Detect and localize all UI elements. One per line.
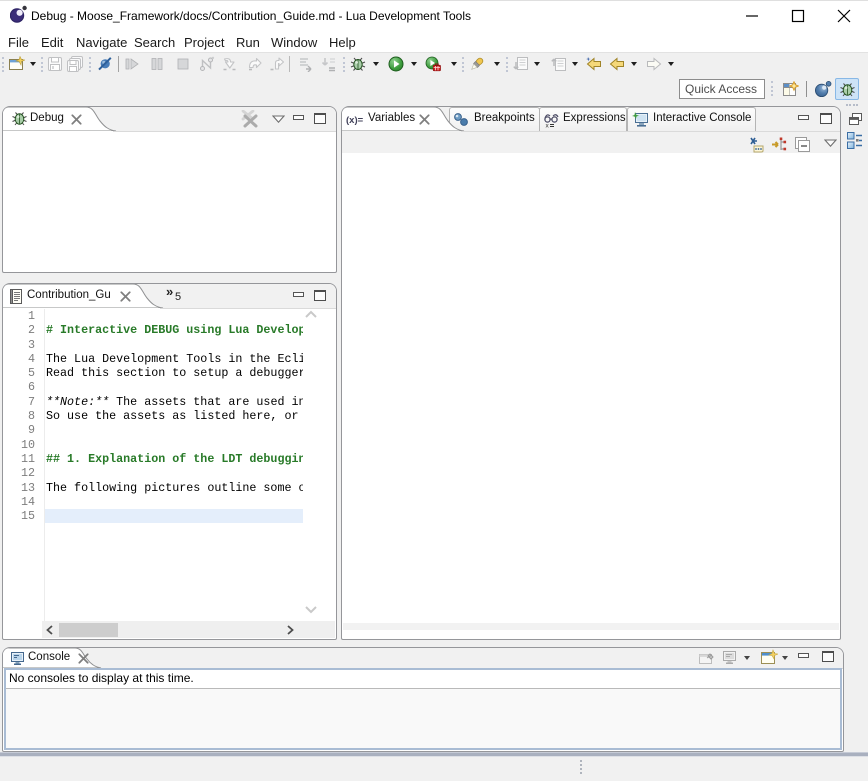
- svg-text:x: x: [546, 123, 550, 130]
